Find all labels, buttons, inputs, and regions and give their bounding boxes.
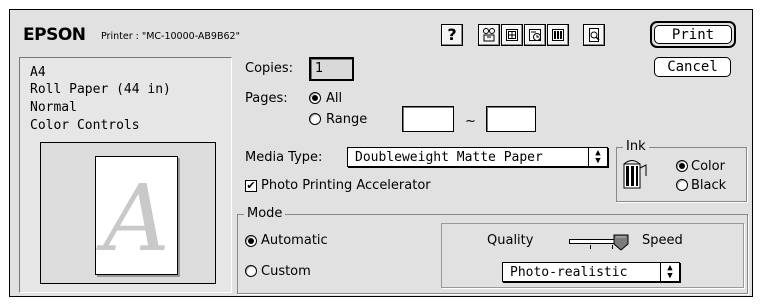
ink-cartridge-icon xyxy=(623,160,647,189)
popup-arrows-icon: ▲ ▼ xyxy=(660,263,679,281)
preview-button[interactable] xyxy=(583,24,605,46)
range-to-input[interactable] xyxy=(486,106,536,132)
photo-accelerator-label: Photo Printing Accelerator xyxy=(261,178,431,193)
copies-input[interactable]: 1 xyxy=(309,57,354,81)
print-dialog: EPSON Printer : "MC-10000-AB9B62" ? Prin… xyxy=(9,9,753,297)
pages-all-label: All xyxy=(326,91,343,106)
mode-custom-radio[interactable] xyxy=(245,265,257,277)
help-button[interactable]: ? xyxy=(441,24,463,46)
settings-summary-panel: A4 Roll Paper (44 in) Normal Color Contr… xyxy=(19,57,232,293)
quality-preset-select[interactable]: Photo-realistic ▲ ▼ xyxy=(502,262,680,282)
mode-group-title: Mode xyxy=(244,206,286,222)
ink-group-title: Ink xyxy=(623,139,649,155)
quality-label: Quality xyxy=(487,233,534,248)
slider-tick xyxy=(590,245,591,249)
copies-label: Copies: xyxy=(245,61,294,76)
ink-black-radio[interactable] xyxy=(676,179,688,191)
preview-letter: A xyxy=(103,165,170,272)
status-monitor-button[interactable] xyxy=(547,24,569,46)
range-from-input[interactable] xyxy=(402,106,454,132)
pages-range-label: Range xyxy=(326,112,368,127)
media-type-select[interactable]: Doubleweight Matte Paper ▲ ▼ xyxy=(347,147,608,167)
quality-preset-value: Photo-realistic xyxy=(510,265,628,280)
mode-automatic-label: Automatic xyxy=(261,233,328,248)
ink-color-radio[interactable] xyxy=(676,160,688,172)
print-button[interactable]: Print xyxy=(654,25,732,44)
background-print-icon xyxy=(529,29,541,41)
mode-automatic-radio[interactable] xyxy=(245,235,257,247)
layout-icon xyxy=(506,29,518,41)
color-mode-summary: Color Controls xyxy=(30,118,140,133)
media-type-label: Media Type: xyxy=(245,150,323,165)
photo-accelerator-checkbox[interactable]: ✔ xyxy=(245,180,257,192)
printer-name-label: Printer : "MC-10000-AB9B62" xyxy=(101,31,240,42)
page-preview: A xyxy=(40,142,216,284)
range-separator: ~ xyxy=(465,114,476,129)
layout-button[interactable] xyxy=(501,24,523,46)
preview-icon xyxy=(589,28,600,42)
pages-label: Pages: xyxy=(245,91,288,106)
epson-logo: EPSON xyxy=(23,25,86,45)
paper-size-summary: A4 xyxy=(30,65,46,80)
paper-preview: A xyxy=(95,156,178,275)
mode-custom-label: Custom xyxy=(261,264,311,279)
help-icon: ? xyxy=(447,25,457,44)
popup-arrows-icon: ▲ ▼ xyxy=(588,148,607,166)
ink-black-label: Black xyxy=(691,178,727,193)
ink-color-label: Color xyxy=(691,159,725,174)
slider-thumb[interactable] xyxy=(613,234,629,252)
quality-speed-slider[interactable] xyxy=(569,234,629,252)
cancel-button[interactable]: Cancel xyxy=(654,57,731,77)
media-type-value: Doubleweight Matte Paper xyxy=(355,150,543,165)
status-monitor-icon xyxy=(552,29,564,41)
paper-source-summary: Roll Paper (44 in) xyxy=(30,82,171,97)
speed-label: Speed xyxy=(642,233,683,248)
print-button-default-ring: Print xyxy=(650,21,736,48)
print-quality-summary: Normal xyxy=(30,100,77,115)
pages-range-radio[interactable] xyxy=(309,113,321,125)
utility-icon xyxy=(483,28,495,42)
utility-button[interactable] xyxy=(478,24,500,46)
background-print-button[interactable] xyxy=(524,24,546,46)
pages-all-radio[interactable] xyxy=(309,92,321,104)
